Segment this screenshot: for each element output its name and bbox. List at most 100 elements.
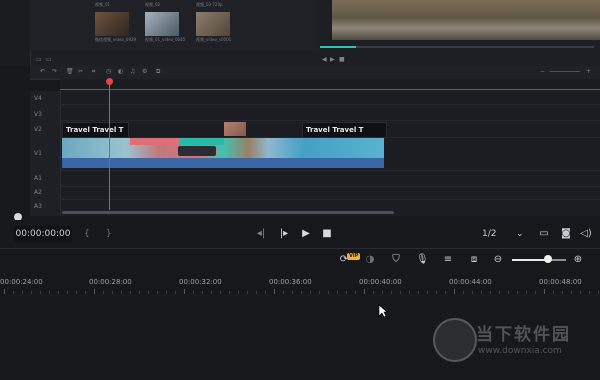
ruler-tick [85,291,86,294]
ratio-value: 1/2 [482,229,497,239]
watermark-logo [433,318,477,362]
preview-scrubber[interactable] [320,46,594,48]
preview-play-icon[interactable]: ▶ [330,56,335,63]
mark-out-button[interactable]: } [106,229,112,239]
ruler-tick [337,291,338,294]
clip-overlay-toolbar[interactable] [178,146,216,156]
ruler-tick [391,291,392,294]
track-label-v2: V2 [34,126,42,133]
ruler-tick [22,291,23,294]
media-thumb-3[interactable] [196,12,230,36]
speed-icon[interactable]: ◷ [106,68,111,75]
track-label-a3: A3 [34,203,42,210]
delete-icon[interactable]: 🗑 [66,68,74,75]
ruler-tick [490,291,491,294]
ruler-tick [4,289,5,294]
step-forward-icon[interactable]: |▸ [278,228,290,240]
ruler-tick [211,291,212,294]
zoom-slider-fill [512,259,548,261]
audio-icon[interactable]: ♫ [130,68,135,75]
mark-in-button[interactable]: { [84,229,90,239]
title-clip-1[interactable]: Travel Travel T [62,122,129,138]
ruler-tick [121,291,122,294]
ruler-tick [247,291,248,294]
track-label-a1: A1 [34,175,42,182]
ruler-tick [517,291,518,294]
undo-icon[interactable]: ↶ [40,68,45,75]
timeline-scrollbar[interactable] [62,211,394,214]
preview-stop-icon[interactable]: ■ [339,56,345,63]
ruler-tick [445,291,446,294]
snapshot-camera-icon[interactable]: ◙ [560,228,572,240]
watermark-url: www.downxia.com [478,346,562,356]
ruler-tick [373,291,374,294]
timeline-zoom-in-icon[interactable]: + [586,68,591,75]
track-label-v1: V1 [34,150,42,157]
ruler-tick [346,291,347,294]
ruler-tick [508,291,509,294]
media-caption-1: 视频_01 [95,2,111,7]
preview-scrubber-progress [320,46,356,48]
preview-controls [316,40,600,66]
ruler-tick [238,291,239,294]
ruler-tick-label: 00:00:36:00 [269,278,312,286]
playback-ratio-select[interactable]: 1/2 ⌄ [474,226,530,242]
media-thumb-2[interactable] [145,12,179,36]
play-icon[interactable]: ▶ [300,228,312,240]
mic-icon[interactable]: 🎙 [416,254,429,266]
zoom-in-icon[interactable]: ⊕ [572,254,584,266]
ruler-tick [319,291,320,294]
playhead[interactable] [109,79,110,210]
zoom-slider-knob[interactable] [544,255,552,263]
ruler-tick [130,291,131,294]
track-label-a2: A2 [34,189,42,196]
list-icon[interactable]: ≡ [442,254,454,266]
crop-icon[interactable]: ⌗ [92,68,95,76]
color-icon[interactable]: ◐ [118,68,123,75]
track-label-v3: V3 [34,111,42,118]
transition-icon[interactable]: ⧈ [468,254,480,266]
title-clip-2[interactable]: Travel Travel T [302,122,387,138]
redo-icon[interactable]: ↷ [52,68,57,75]
preview-prev-icon[interactable]: ◀ [322,56,327,63]
ruler-tick [139,291,140,294]
zoom-out-icon[interactable]: ⊖ [492,254,504,266]
monitor-icon[interactable]: ▭ [538,228,550,240]
settings-icon[interactable]: ⚙ [142,68,147,75]
ruler-tick [598,291,599,294]
prev-frame-icon[interactable]: ◂| [255,228,267,240]
vip-badge: VIP [347,253,361,260]
ruler-tick [256,291,257,294]
folder-icon[interactable]: ▭ [36,56,42,63]
timeline-toolbar [30,66,600,80]
timeline-zoom-slider[interactable] [550,71,580,72]
timeline-tools-row [0,249,600,271]
mouse-cursor-icon [378,304,388,318]
ruler-tick [481,291,482,294]
media-label-3: 视频_video_s0001 [196,37,232,42]
stop-icon[interactable]: ■ [321,228,333,240]
new-folder-icon[interactable]: ▭ [46,56,52,63]
media-caption-2: 视频_02 [145,2,161,7]
ruler-tick [40,291,41,294]
ruler-tick [526,291,527,294]
volume-icon[interactable]: ◁) [580,228,592,240]
shield-icon[interactable]: ⛉ [390,254,402,266]
ruler-tick [355,291,356,294]
ruler-tick-label: 00:00:48:00 [539,278,582,286]
audio-clip-strip[interactable] [62,158,384,168]
media-thumb-1[interactable] [95,12,129,36]
cut-icon[interactable]: ✂ [78,68,83,75]
ruler-tick [436,291,437,294]
ruler-tick [463,291,464,294]
ruler-tick [409,291,410,294]
auto-icon[interactable]: ◑ [364,254,376,266]
image-clip[interactable] [224,122,246,136]
timeline-zoom-out-icon[interactable]: − [540,68,545,75]
playhead-handle[interactable] [106,78,113,85]
ruler-tick-label: 00:00:32:00 [179,278,222,286]
split-icon[interactable]: ⧉ [156,68,160,76]
ruler-tick [382,291,383,294]
video-clip-marker-pink [130,138,178,145]
ruler-tick [175,291,176,294]
